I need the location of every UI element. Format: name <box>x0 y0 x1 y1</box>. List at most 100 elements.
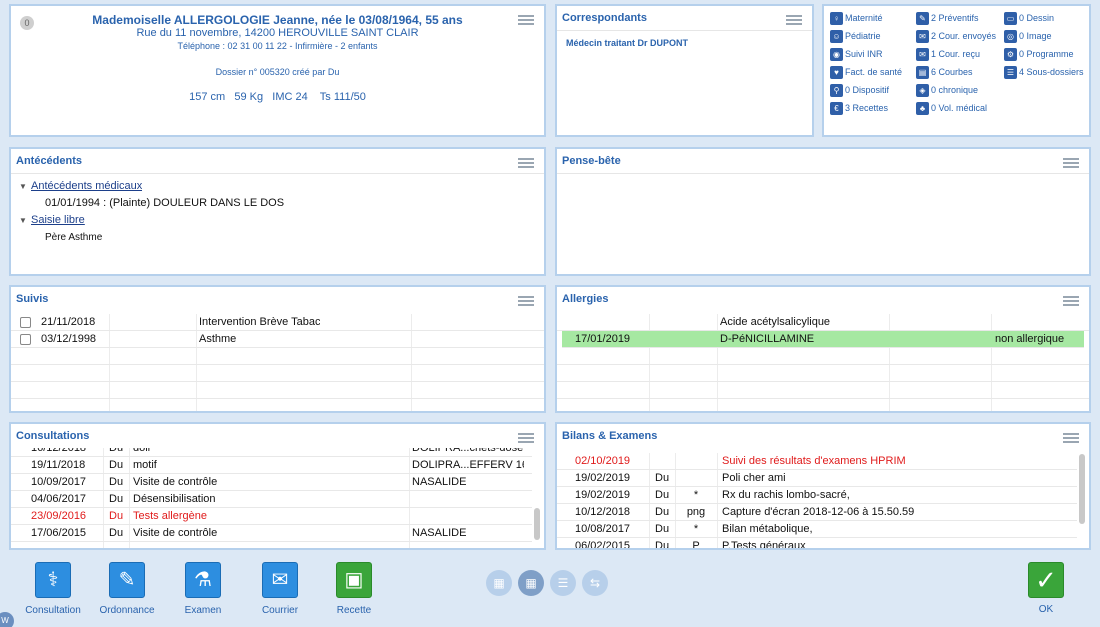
row-checkbox[interactable] <box>20 334 31 345</box>
shortcut-item[interactable]: ♥ Fact. de santé <box>830 66 902 79</box>
consultations-menu-icon[interactable] <box>518 433 534 445</box>
table-row[interactable]: 03/12/1998 Asthme <box>11 331 544 348</box>
antecedents-menu-icon[interactable] <box>518 158 534 170</box>
table-row[interactable]: 19/11/2018 Du motif DOLIPRA...EFFERV 16 <box>11 457 532 474</box>
row-motif: Tests allergène <box>133 510 207 522</box>
row-date: 17/06/2015 <box>31 527 87 539</box>
toolbar-label: Consultation <box>25 605 81 616</box>
view-compact-icon[interactable]: ⇆ <box>582 570 608 596</box>
table-row[interactable] <box>557 348 1089 365</box>
row-checkbox[interactable] <box>20 317 31 328</box>
patient-menu-icon[interactable] <box>518 15 534 27</box>
shortcut-label: Pédiatrie <box>845 30 881 41</box>
shortcut-label: 0 Image <box>1019 30 1052 41</box>
bilans-menu-icon[interactable] <box>1063 433 1079 445</box>
pediatrics-icon: ☺ <box>830 30 843 43</box>
table-row[interactable] <box>11 348 544 365</box>
dossier-info: Dossier n° 005320 créé par Du <box>215 67 340 77</box>
view-grid4-icon[interactable]: ▦ <box>486 570 512 596</box>
shortcut-item[interactable]: ◎ 0 Image <box>1004 30 1052 43</box>
shortcut-item[interactable]: ☺ Pédiatrie <box>830 30 881 43</box>
bilans-scrollbar[interactable] <box>1079 454 1085 524</box>
view-list-icon[interactable]: ☰ <box>550 570 576 596</box>
tree-toggle-icon[interactable]: ▼ <box>19 182 27 191</box>
bilans-panel: Bilans & Examens 02/10/2019 Suivi des rés… <box>555 422 1091 550</box>
app-corner-icon[interactable]: W <box>0 612 14 627</box>
correspondants-menu-icon[interactable] <box>786 15 802 27</box>
shortcut-item[interactable]: ✎ 2 Préventifs <box>916 12 979 25</box>
table-row[interactable]: 16/12/2018 Du dolr DOLIPRA...chets-dose <box>11 448 532 457</box>
table-row[interactable]: 10/12/2018 Du png Capture d'écran 2018-12-0… <box>557 504 1077 521</box>
patient-name[interactable]: Mademoiselle ALLERGOLOGIE Jeanne, née le… <box>11 13 544 27</box>
table-row[interactable]: 19/02/2019 Du * Rx du rachis lombo-sacré, <box>557 487 1077 504</box>
shortcut-item[interactable]: ◉ Suivi INR <box>830 48 883 61</box>
shortcut-item[interactable]: ▭ 0 Dessin <box>1004 12 1054 25</box>
divider <box>557 30 812 31</box>
table-row[interactable]: 02/10/2019 Suivi des résultats d'examens … <box>557 453 1077 470</box>
check-icon: ✓ <box>1028 562 1064 598</box>
shortcut-item[interactable]: ⚙ 0 Programme <box>1004 48 1074 61</box>
suivis-menu-icon[interactable] <box>518 296 534 308</box>
free-entry-item[interactable]: Père Asthme <box>45 232 102 243</box>
tree-toggle-icon[interactable]: ▼ <box>19 216 27 225</box>
treating-doctor[interactable]: Médecin traitant Dr DUPONT <box>566 38 688 48</box>
table-row[interactable] <box>11 365 544 382</box>
table-row[interactable]: 17/06/2015 Du Visite de contrôle NASALIDE <box>11 525 532 542</box>
allergies-panel: Allergies Acide acétylsalicylique 17/01/2… <box>555 285 1091 413</box>
biometrics[interactable]: 157 cm 59 Kg IMC 24 Ts 111/50 <box>11 91 544 103</box>
table-row[interactable]: 19/02/2019 Du Poli cher ami <box>557 470 1077 487</box>
row-date: 17/01/2019 <box>575 333 631 345</box>
table-row[interactable]: 10/09/2017 Du Visite de contrôle NASALIDE <box>11 474 532 491</box>
table-row[interactable]: Acide acétylsalicylique <box>557 314 1089 331</box>
table-row[interactable] <box>557 365 1089 382</box>
toolbar-button-consultation[interactable]: ⚕ Consultation <box>13 562 93 616</box>
consultations-scrollbar[interactable] <box>534 508 540 540</box>
shortcut-item[interactable]: ▤ 6 Courbes <box>916 66 973 79</box>
toolbar-button-examen[interactable]: ⚗ Examen <box>163 562 243 616</box>
drawing-icon: ▭ <box>1004 12 1017 25</box>
table-row[interactable]: 23/09/2016 Du Tests allergène <box>11 508 532 525</box>
consultations-table: 16/12/2018 Du dolr DOLIPRA...chets-dose 19/1… <box>11 448 532 548</box>
toolbar-button-courrier[interactable]: ✉ Courrier <box>240 562 320 616</box>
table-row[interactable]: 21/11/2018 Intervention Brève Tabac <box>11 314 544 331</box>
shortcut-item[interactable]: €3 Recettes <box>830 102 888 115</box>
toolbar-button-recette[interactable]: ▣ Recette <box>314 562 394 616</box>
vitale-card-icon: ▣ <box>336 562 372 598</box>
allergies-menu-icon[interactable] <box>1063 296 1079 308</box>
table-row[interactable] <box>557 382 1089 399</box>
table-row[interactable]: 06/02/2015 Du P P.Tests généraux <box>557 538 1077 548</box>
view-grid6-icon[interactable]: ▦ <box>518 570 544 596</box>
pensebete-menu-icon[interactable] <box>1063 158 1079 170</box>
free-entry-group[interactable]: Saisie libre <box>31 214 85 226</box>
antecedent-item[interactable]: 01/01/1994 : (Plainte) DOULEUR DANS LE D… <box>45 197 284 209</box>
table-row[interactable] <box>11 382 544 399</box>
shortcut-item[interactable]: ♀ Maternité <box>830 12 883 25</box>
shortcut-label: 6 Courbes <box>931 66 973 77</box>
suivis-table: 21/11/2018 Intervention Brève Tabac 03/12/… <box>11 314 544 411</box>
row-user: Du <box>655 489 670 501</box>
row-user: Du <box>655 540 670 548</box>
shortcut-label: 1 Cour. reçu <box>931 48 981 59</box>
row-date: 19/11/2018 <box>31 459 86 471</box>
table-row[interactable]: 10/08/2017 Du * Bilan métabolique, <box>557 521 1077 538</box>
toolbar-label: Courrier <box>261 605 299 616</box>
antecedents-medical-group[interactable]: Antécédents médicaux <box>31 180 142 192</box>
row-motif: motif <box>133 459 157 471</box>
shortcut-item[interactable]: ✉ 2 Cour. envoyés <box>916 30 996 43</box>
shortcut-item[interactable]: ✉ 1 Cour. reçu <box>916 48 980 61</box>
toolbar-button-ordonnance[interactable]: ✎ Ordonnance <box>87 562 167 616</box>
shortcut-item[interactable]: ☰ 4 Sous-dossiers <box>1004 66 1084 79</box>
camera-icon: ◎ <box>1004 30 1017 43</box>
shortcut-item[interactable]: ◈ 0 chronique <box>916 84 978 97</box>
ok-button[interactable]: ✓ OK <box>1028 562 1064 615</box>
shortcut-item[interactable]: ⚲ 0 Dispositif <box>830 84 889 97</box>
row-type: png <box>686 506 706 518</box>
heart-icon: ♥ <box>830 66 843 79</box>
maternity-icon: ♀ <box>830 12 843 25</box>
shortcut-label: Maternité <box>845 12 883 23</box>
pensebete-textarea[interactable] <box>557 175 1089 274</box>
row-user: Du <box>655 506 670 518</box>
shortcut-item[interactable]: ♣ 0 Vol. médical <box>916 102 987 115</box>
table-row[interactable]: 17/01/2019 D-PéNICILLAMINE non allergique <box>562 331 1084 348</box>
table-row[interactable]: 04/06/2017 Du Désensibilisation <box>11 491 532 508</box>
